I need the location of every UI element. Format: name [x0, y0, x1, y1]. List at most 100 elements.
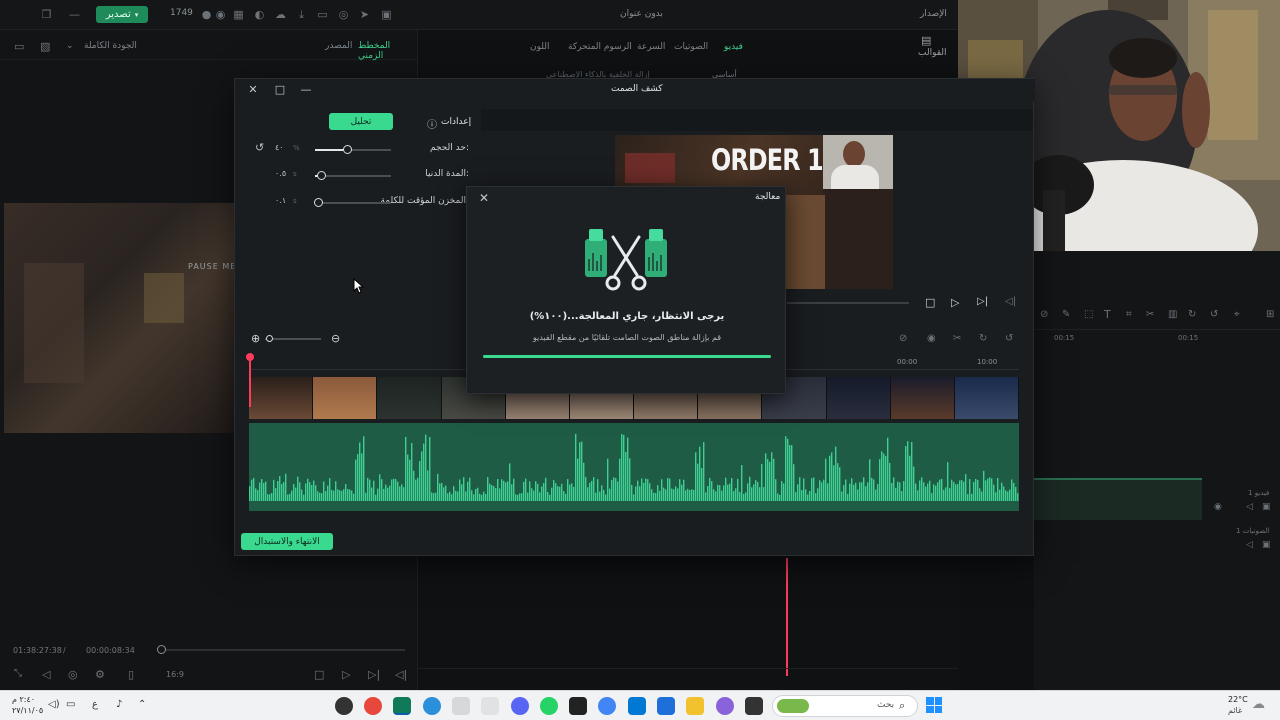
timeline-clip-right[interactable]: [1034, 478, 1202, 520]
clock-date[interactable]: ٢٧/١١/٠٥: [12, 706, 43, 715]
layout-icon[interactable]: ▭: [316, 8, 329, 21]
delete-icon[interactable]: ▥: [1168, 309, 1177, 320]
reset-icon[interactable]: ↺: [255, 141, 264, 154]
community-icon[interactable]: ◎: [337, 8, 350, 21]
play-icon[interactable]: ▷: [342, 668, 350, 681]
finish-replace-button[interactable]: الانتهاء والاستبدال: [241, 533, 333, 550]
prev-frame-icon[interactable]: ◁|: [395, 668, 407, 681]
cut-icon[interactable]: ✂: [953, 333, 961, 344]
headset-icon[interactable]: ◐: [253, 8, 266, 21]
copilot-icon[interactable]: [716, 697, 734, 715]
player-scrubber[interactable]: [160, 649, 405, 651]
fit-icon[interactable]: ⤡: [14, 668, 22, 679]
cut-icon[interactable]: ✂: [1146, 309, 1154, 320]
chevron-up-icon[interactable]: ⌃: [138, 699, 146, 710]
aspect-icon[interactable]: ▯: [128, 668, 134, 681]
play-icon[interactable]: ▷: [951, 296, 959, 309]
text-icon[interactable]: T: [1104, 308, 1111, 321]
chrome-icon[interactable]: [598, 697, 616, 715]
filmora-icon[interactable]: [393, 697, 411, 715]
redo-icon[interactable]: ↻: [1188, 309, 1196, 320]
discord-icon[interactable]: [511, 697, 529, 715]
cloud-icon[interactable]: ☁: [1252, 697, 1265, 712]
edge-icon[interactable]: [423, 697, 441, 715]
minimize-icon[interactable]: —: [299, 83, 313, 97]
lock-icon[interactable]: ▣: [1262, 502, 1271, 512]
gift-icon[interactable]: ▣: [380, 8, 393, 21]
zoom-slider[interactable]: [265, 338, 321, 340]
param-slider[interactable]: [315, 202, 391, 204]
tab-speed[interactable]: السرعة: [637, 42, 665, 52]
speaker-icon[interactable]: ◁): [48, 699, 60, 710]
analyze-button[interactable]: تحليل: [329, 113, 393, 130]
language-indicator[interactable]: ع: [92, 699, 98, 710]
redo-icon[interactable]: ↻: [979, 333, 987, 344]
window-restore-icon[interactable]: ❐: [40, 8, 53, 21]
audio-waveform-track[interactable]: [249, 423, 1019, 511]
crop-icon[interactable]: ⌗: [1126, 309, 1132, 320]
outlook-icon[interactable]: [628, 697, 646, 715]
zoom-icon[interactable]: ⊘: [1040, 309, 1048, 320]
quality-select[interactable]: الجودة الكاملة: [84, 41, 137, 51]
templates-icon[interactable]: ▤: [921, 34, 931, 47]
settings-icon[interactable]: ⚙: [95, 668, 105, 681]
app-icon[interactable]: [452, 697, 470, 715]
preview-scrubber[interactable]: [787, 302, 909, 304]
terminal-icon[interactable]: [745, 697, 763, 715]
param-slider-handle[interactable]: [314, 198, 323, 207]
grid-icon[interactable]: ▦: [232, 8, 245, 21]
weather-description[interactable]: غائم: [1228, 706, 1242, 715]
undo-icon[interactable]: ↺: [1005, 333, 1013, 344]
tab-templates[interactable]: القوالب: [918, 48, 947, 58]
scrubber-handle[interactable]: [157, 645, 166, 654]
tab-animation[interactable]: الرسوم المتحركة: [568, 42, 632, 52]
eye-icon[interactable]: ◉: [1214, 502, 1222, 512]
avatar[interactable]: ◉: [214, 8, 227, 21]
whatsapp-icon[interactable]: [540, 697, 558, 715]
windows-start-icon[interactable]: [926, 697, 942, 713]
search-input[interactable]: بحث ⌕: [772, 695, 918, 717]
param-value[interactable]: ٠.١: [275, 196, 286, 205]
zoom-out-icon[interactable]: ⊖: [331, 332, 340, 345]
store-icon[interactable]: [657, 697, 675, 715]
tab-audio[interactable]: الصوتيات: [674, 42, 708, 52]
stop-icon[interactable]: □: [314, 668, 324, 681]
tab-timeline[interactable]: المخطط الزمني: [358, 41, 418, 61]
speedtest-icon[interactable]: [569, 697, 587, 715]
microphone-icon[interactable]: ♪: [116, 699, 122, 710]
aspect-ratio[interactable]: 16:9: [166, 670, 184, 679]
param-slider[interactable]: [315, 175, 391, 177]
cloud-icon[interactable]: ☁: [274, 8, 287, 21]
hide-icon[interactable]: ⊘: [899, 333, 907, 344]
chevron-down-icon[interactable]: ⌄: [66, 41, 74, 51]
param-slider-handle[interactable]: [343, 145, 352, 154]
calculator-icon[interactable]: [481, 697, 499, 715]
download-icon[interactable]: ⤓: [295, 8, 308, 21]
screenshot-icon[interactable]: ▭: [14, 40, 24, 53]
image-icon[interactable]: ▧: [40, 40, 50, 53]
eye-icon[interactable]: ◉: [927, 333, 936, 344]
select-icon[interactable]: ⌖: [1234, 309, 1240, 320]
chrome-icon[interactable]: [364, 697, 382, 715]
maximize-icon[interactable]: □: [273, 83, 287, 97]
shape-icon[interactable]: ⬚: [1084, 309, 1093, 320]
param-value[interactable]: ٠.٥: [275, 169, 286, 178]
speaker-icon[interactable]: ◁: [1246, 540, 1253, 550]
param-slider-handle[interactable]: [317, 171, 326, 180]
file-explorer-icon[interactable]: [686, 697, 704, 715]
close-icon[interactable]: ✕: [246, 83, 260, 97]
prev-frame-icon[interactable]: ◁|: [1005, 296, 1016, 307]
weather-temperature[interactable]: 22°C: [1228, 695, 1248, 704]
undo-icon[interactable]: ↺: [1210, 309, 1218, 320]
playhead[interactable]: [249, 357, 251, 407]
send-icon[interactable]: ➤: [358, 8, 371, 21]
export-button[interactable]: تصدير ▾: [96, 6, 148, 23]
tab-source[interactable]: المصدر: [325, 41, 352, 51]
close-icon[interactable]: ✕: [479, 191, 489, 205]
volume-icon[interactable]: ◁: [42, 668, 50, 681]
zoom-handle[interactable]: [266, 335, 273, 342]
battery-icon[interactable]: ▭: [66, 699, 75, 710]
stop-icon[interactable]: □: [925, 296, 935, 309]
version-label[interactable]: الإصدار: [920, 9, 947, 19]
pen-icon[interactable]: ✎: [1062, 309, 1070, 320]
